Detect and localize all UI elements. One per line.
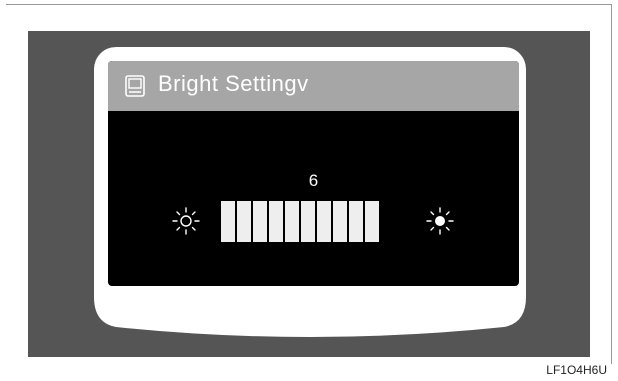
sun-filled-icon[interactable] xyxy=(425,206,455,236)
brightness-segment xyxy=(221,201,235,242)
brightness-segment xyxy=(301,201,315,242)
sun-outline-icon[interactable] xyxy=(171,206,201,236)
osd-title: Bright Settingv xyxy=(158,71,309,96)
brightness-segment xyxy=(253,201,267,242)
brightness-segment xyxy=(333,201,347,242)
monitor-icon xyxy=(125,75,145,97)
brightness-segment xyxy=(237,201,251,242)
brightness-segment xyxy=(285,201,299,242)
figure-code: LF1O4H6U xyxy=(546,363,607,377)
brightness-segment xyxy=(349,201,363,242)
brightness-segment xyxy=(317,201,331,242)
brightness-slider[interactable] xyxy=(221,201,379,242)
brightness-segment xyxy=(365,201,379,242)
osd-title-bar: Bright Settingv xyxy=(108,61,519,111)
brightness-segment xyxy=(269,201,283,242)
brightness-osd: Bright Settingv 6 xyxy=(108,61,519,286)
brightness-value: 6 xyxy=(308,171,319,190)
